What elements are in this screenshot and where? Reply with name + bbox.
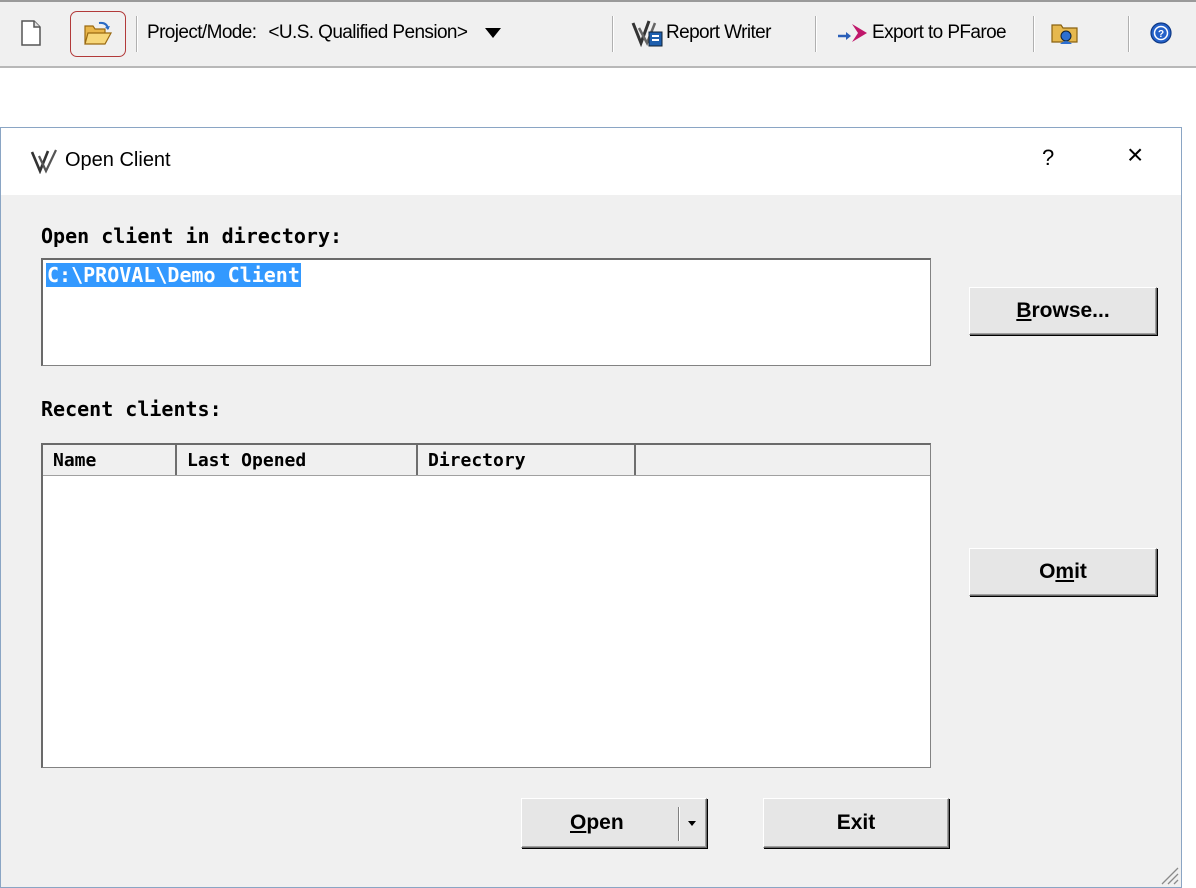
browse-mnemonic: B xyxy=(1016,299,1032,322)
exit-button[interactable]: Exit xyxy=(763,798,949,848)
recent-clients-list[interactable]: Name Last Opened Directory xyxy=(41,443,931,768)
open-label-rest: pen xyxy=(586,811,624,834)
svg-text:?: ? xyxy=(1158,29,1164,40)
column-header-name[interactable]: Name xyxy=(43,445,177,475)
report-writer-label: Report Writer xyxy=(666,22,771,43)
omit-button[interactable]: Omit xyxy=(969,548,1157,596)
dropdown-arrow-icon[interactable] xyxy=(485,28,502,38)
new-file-icon xyxy=(21,20,41,46)
open-folder-button[interactable] xyxy=(70,11,126,57)
toolbar-separator xyxy=(136,16,137,52)
dialog-titlebar[interactable]: Open Client ? × xyxy=(1,128,1181,195)
project-mode-selector[interactable]: Project/Mode: <U.S. Qualified Pension> xyxy=(147,10,502,56)
open-mnemonic: O xyxy=(570,811,587,834)
list-header: Name Last Opened Directory xyxy=(43,445,930,476)
report-writer-icon xyxy=(631,20,663,48)
client-folder-button[interactable] xyxy=(1050,10,1080,56)
help-button[interactable]: ? xyxy=(1150,10,1172,56)
toolbar-separator xyxy=(815,16,816,52)
toolbar-separator xyxy=(1128,16,1129,52)
browse-label-rest: rowse... xyxy=(1031,299,1110,322)
open-dropdown-arrow-icon[interactable] xyxy=(688,821,696,826)
new-file-button[interactable] xyxy=(20,10,42,56)
browse-button-label: Browse... xyxy=(1016,299,1109,323)
dialog-help-button[interactable]: ? xyxy=(1042,145,1054,171)
report-writer-button[interactable]: Report Writer xyxy=(630,10,771,56)
directory-input[interactable]: C:\PROVAL\Demo Client xyxy=(41,258,931,366)
toolbar-separator xyxy=(1033,16,1034,52)
export-arrow-icon xyxy=(838,24,867,42)
directory-value: C:\PROVAL\Demo Client xyxy=(46,263,301,287)
open-client-dialog: Open Client ? × Open client in directory… xyxy=(0,127,1182,888)
omit-label-pre: O xyxy=(1039,560,1056,583)
omit-button-label: Omit xyxy=(1039,560,1087,584)
split-divider xyxy=(678,807,679,841)
export-pfaroe-label: Export to PFaroe xyxy=(872,22,1007,43)
open-folder-icon xyxy=(84,21,113,45)
project-mode-label: Project/Mode: xyxy=(147,22,257,43)
toolbar-separator xyxy=(612,16,613,52)
export-pfaroe-button[interactable]: Export to PFaroe xyxy=(836,10,1007,56)
project-mode-value: <U.S. Qualified Pension> xyxy=(268,22,468,43)
main-toolbar: Project/Mode: <U.S. Qualified Pension> R… xyxy=(0,0,1196,68)
open-button-label: Open xyxy=(570,811,624,835)
exit-button-label: Exit xyxy=(836,811,876,834)
omit-mnemonic: m xyxy=(1055,560,1075,583)
client-folder-icon xyxy=(1051,24,1078,44)
proval-logo-icon xyxy=(30,149,57,174)
omit-label-rest: it xyxy=(1074,560,1087,583)
help-icon: ? xyxy=(1150,22,1172,44)
dialog-close-button[interactable]: × xyxy=(1127,141,1143,169)
browse-button[interactable]: Browse... xyxy=(969,287,1157,335)
resize-grip-icon[interactable] xyxy=(1157,863,1179,885)
column-header-last-opened[interactable]: Last Opened xyxy=(177,445,418,475)
directory-label: Open client in directory: xyxy=(41,224,343,248)
open-button[interactable]: Open xyxy=(521,798,707,848)
column-header-directory[interactable]: Directory xyxy=(418,445,636,475)
dialog-title: Open Client xyxy=(65,149,171,171)
recent-clients-label: Recent clients: xyxy=(41,397,222,421)
